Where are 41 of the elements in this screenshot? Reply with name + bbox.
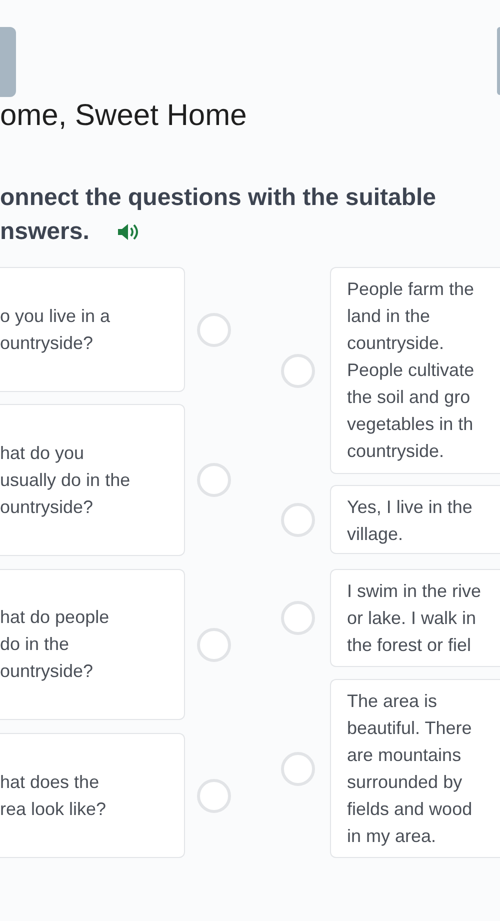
question-text: ountryside? <box>0 660 94 683</box>
instruction-text: nswers. <box>0 217 90 247</box>
answer-connector[interactable] <box>197 778 231 812</box>
answer-connector[interactable] <box>197 463 231 497</box>
answer-text: beautiful. There <box>347 717 472 740</box>
answer-connector[interactable] <box>197 628 231 662</box>
question-text: ountryside? <box>0 496 94 519</box>
answer-text: in my area. <box>347 825 436 848</box>
answer-text: vegetables in th <box>347 413 474 436</box>
answer-text: People cultivate <box>347 359 474 382</box>
question-text: o you live in a <box>0 304 110 328</box>
instruction-text: onnect the questions with the suitable <box>0 183 438 213</box>
answer-text: are mountains <box>347 744 462 767</box>
next-button[interactable] <box>497 27 500 95</box>
answer-text: the forest or fiel <box>347 634 472 657</box>
answer-connector[interactable] <box>281 502 315 536</box>
question-text: ountryside? <box>0 332 94 355</box>
answer-text: land in the <box>347 305 430 328</box>
question-text: hat do people <box>0 606 110 629</box>
answer-text: Yes, I live in the <box>347 496 472 519</box>
back-button[interactable] <box>0 27 16 97</box>
answer-connector[interactable] <box>281 601 315 635</box>
answer-text: People farm the <box>347 278 474 301</box>
question-text: hat does the <box>0 770 100 794</box>
answer-text: The area is <box>347 690 438 713</box>
answer-text: countryside. <box>347 440 444 463</box>
answer-text: fields and wood <box>347 798 472 821</box>
question-text: rea look like? <box>0 798 106 820</box>
answer-connector[interactable] <box>281 354 315 388</box>
page-title: ome, Sweet Home <box>0 98 248 134</box>
answer-text: or lake. I walk in <box>347 607 476 630</box>
answer-connector[interactable] <box>281 752 315 786</box>
answer-connector[interactable] <box>197 312 231 346</box>
answer-text: surrounded by <box>347 771 462 794</box>
answer-text: countryside. <box>347 332 444 355</box>
answer-text: the soil and gro <box>347 386 470 409</box>
answer-text: I swim in the rive <box>347 580 482 603</box>
question-text: do in the <box>0 633 70 656</box>
question-text: usually do in the <box>0 468 130 492</box>
answer-text: village. <box>347 523 404 546</box>
question-text: hat do you <box>0 442 84 465</box>
